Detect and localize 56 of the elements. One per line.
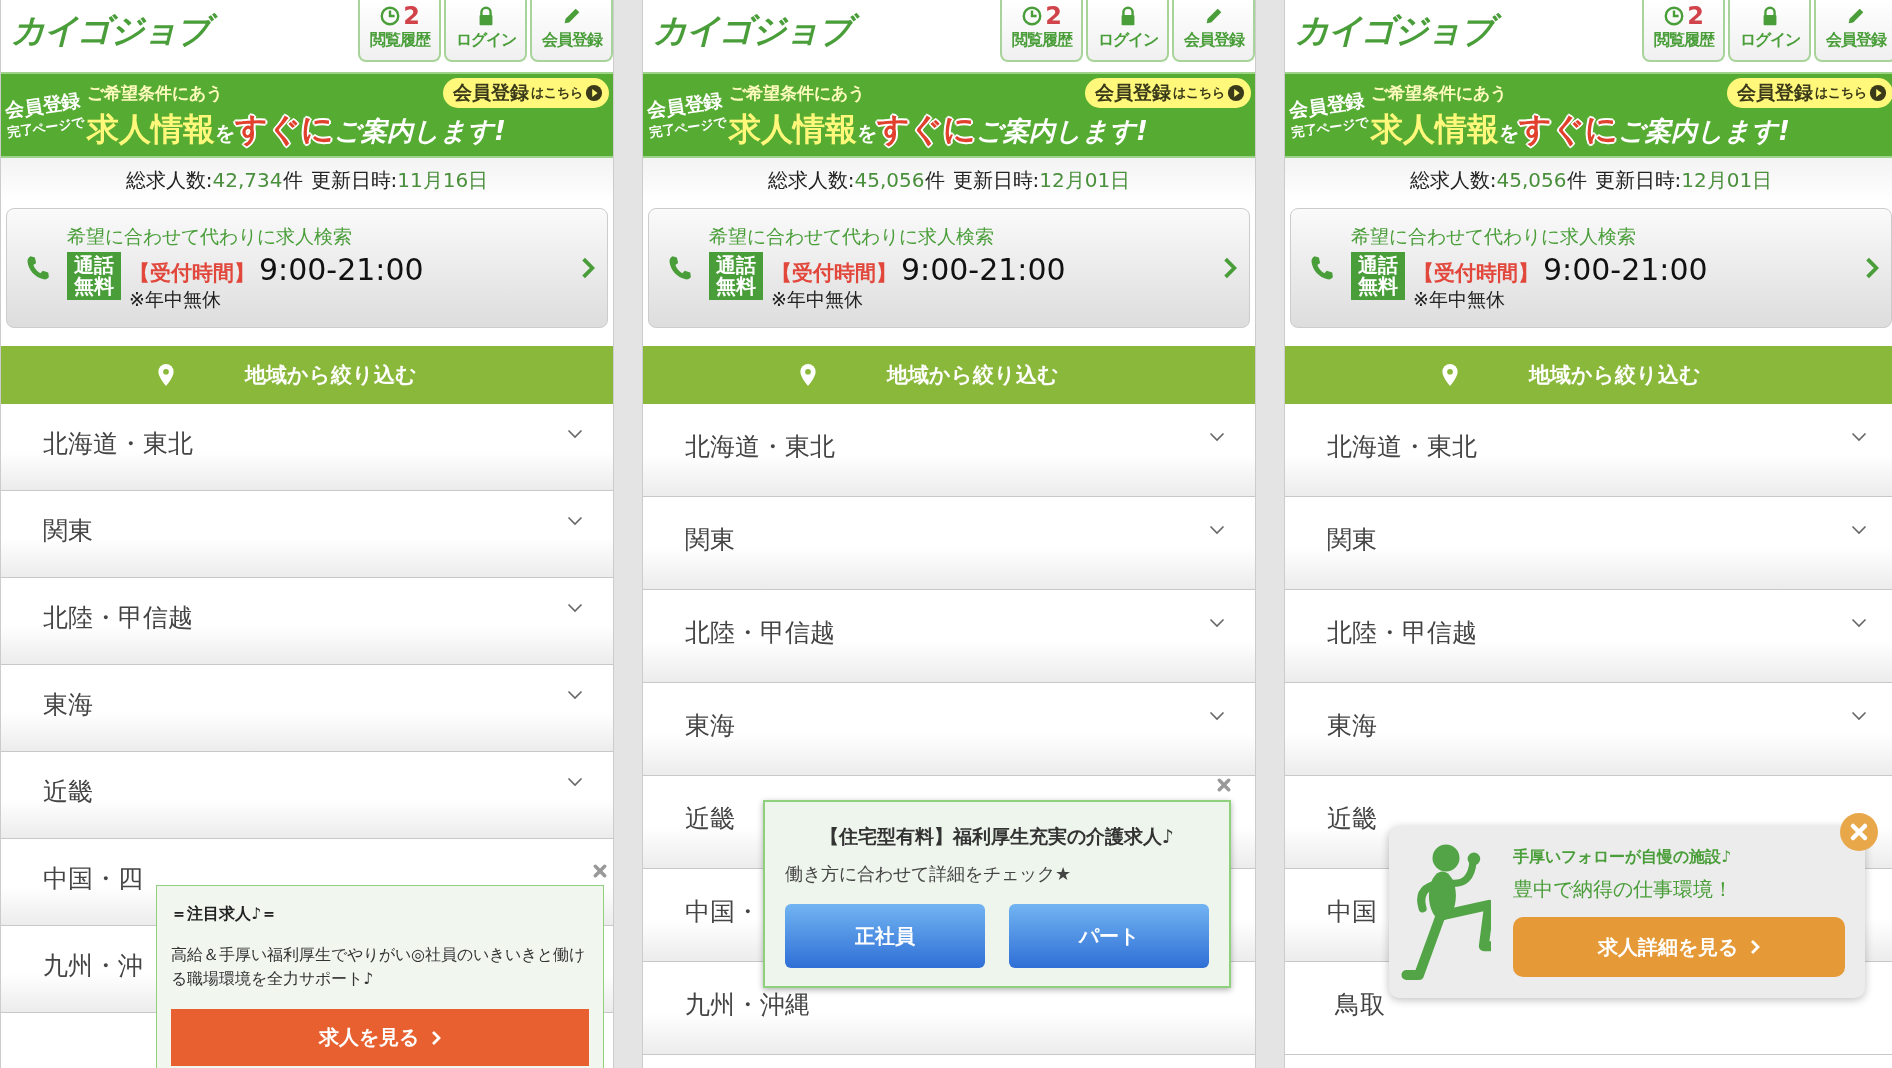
free-call-badge: 通話無料 <box>67 251 121 300</box>
hours-label: 【受付時間】 <box>1413 259 1539 287</box>
chevron-right-icon <box>1750 939 1760 955</box>
job-count-text: 総求人数:45,056件 更新日時:12月01日 <box>1409 166 1773 194</box>
register-cta-button[interactable]: 会員登録はこちら <box>1727 78 1892 108</box>
close-icon[interactable] <box>593 864 607 878</box>
free-call-badge: 通話無料 <box>1351 251 1405 300</box>
hours-text: 9:00-21:00 <box>1543 251 1708 287</box>
clock-icon <box>379 5 402 27</box>
call-lead-text: 希望に合わせて代わりに求人検索 <box>1351 223 1637 249</box>
banner-caption: ご希望条件にあう <box>729 81 865 105</box>
hours-text: 9:00-21:00 <box>259 251 424 287</box>
banner-headline: 求人情報をすぐに ご案内します! <box>87 109 507 150</box>
location-pin-icon <box>799 363 817 387</box>
job-count-text: 総求人数:42,734件 更新日時:11月16日 <box>125 166 489 194</box>
banner-caption: ご希望条件にあう <box>87 81 223 105</box>
hours-text: 9:00-21:00 <box>901 251 1066 287</box>
popup-title: 手厚いフォローが自慢の施設♪ <box>1513 847 1733 868</box>
chevron-right-icon <box>1865 257 1879 279</box>
play-icon <box>585 84 603 102</box>
banner-headline: 求人情報をすぐに ご案内します! <box>1371 109 1791 150</box>
header-nav-button[interactable]: 2 閲覧履歴 <box>1000 0 1083 62</box>
popup-text: 豊中で納得の仕事環境！ <box>1513 876 1734 903</box>
popup-title: 【住宅型有料】福利厚生充実の介護求人♪ <box>818 824 1176 849</box>
job-count-text: 総求人数:45,056件 更新日時:12月01日 <box>767 166 1131 194</box>
close-icon[interactable] <box>1839 812 1879 852</box>
close-icon[interactable] <box>1217 778 1231 792</box>
popup-text: 働き方に合わせて詳細をチェック★ <box>785 862 1073 886</box>
banner-caption: ご希望条件にあう <box>1371 81 1507 105</box>
chevron-right-icon <box>431 1029 441 1046</box>
banner-headline: 求人情報をすぐに ご案内します! <box>729 109 1149 150</box>
hours-note: ※年中無休 <box>129 286 222 312</box>
header-nav-button[interactable]: 2 閲覧履歴 <box>1642 0 1725 62</box>
play-icon <box>1869 84 1887 102</box>
hours-note: ※年中無休 <box>771 286 864 312</box>
register-cta-button[interactable]: 会員登録はこちら <box>443 78 609 108</box>
filter-title: 地域から絞り込む <box>1529 362 1701 389</box>
hours-note: ※年中無休 <box>1413 286 1506 312</box>
clock-icon <box>1663 5 1686 27</box>
free-call-badge: 通話無料 <box>709 251 763 300</box>
filter-title: 地域から絞り込む <box>245 362 417 389</box>
location-pin-icon <box>157 363 175 387</box>
call-lead-text: 希望に合わせて代わりに求人検索 <box>709 223 995 249</box>
hours-label: 【受付時間】 <box>129 259 255 287</box>
register-cta-button[interactable]: 会員登録はこちら <box>1085 78 1251 108</box>
popup-title: ＝注目求人♪＝ <box>171 904 279 925</box>
chevron-right-icon <box>1223 257 1237 279</box>
clock-icon <box>1021 5 1044 27</box>
chevron-right-icon <box>581 257 595 279</box>
call-lead-text: 希望に合わせて代わりに求人検索 <box>67 223 353 249</box>
location-pin-icon <box>1441 363 1459 387</box>
play-icon <box>1227 84 1245 102</box>
hours-label: 【受付時間】 <box>771 259 897 287</box>
header-nav-button[interactable]: 2 閲覧履歴 <box>358 0 441 62</box>
filter-title: 地域から絞り込む <box>887 362 1059 389</box>
popup-text: 高給＆手厚い福利厚生でやりがい◎社員のいきいきと働ける職場環境を全力サポート♪ <box>171 944 586 990</box>
